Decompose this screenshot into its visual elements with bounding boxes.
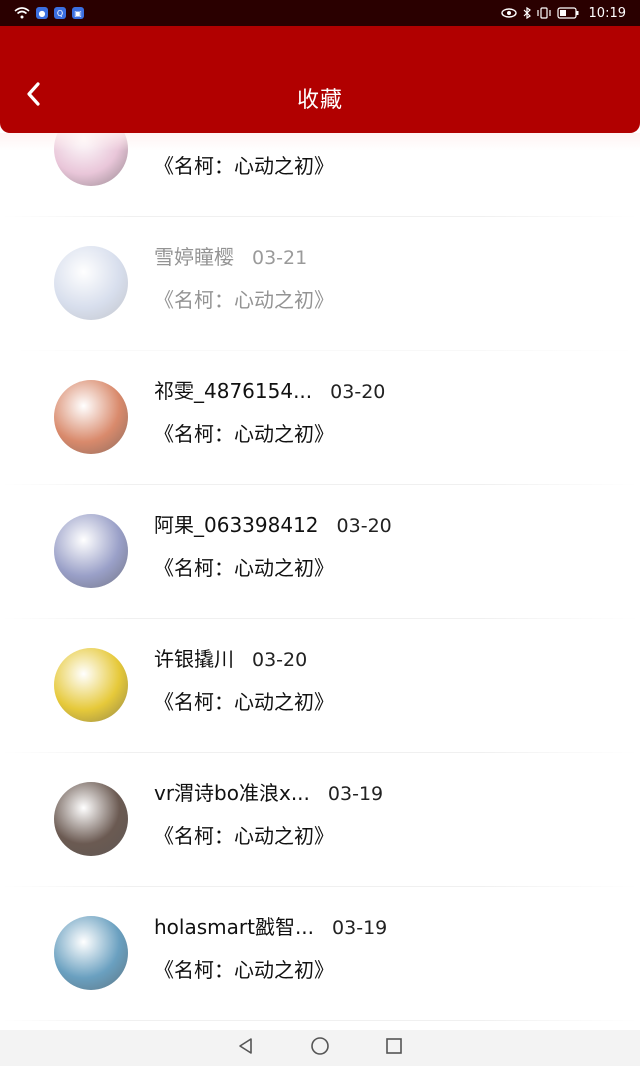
item-text: 许银撬川 03-20 《名柯：心动之初》 <box>154 643 334 715</box>
divider <box>0 1020 640 1021</box>
item-date: 03-19 <box>332 917 388 939</box>
avatar[interactable] <box>54 380 128 454</box>
list-item[interactable]: 祁雯_4876154... 03-20 《名柯：心动之初》 <box>0 351 640 485</box>
item-text: vr渭诗bo准浪x... 03-19 《名柯：心动之初》 <box>154 777 383 849</box>
home-circle-icon <box>310 1036 330 1060</box>
item-date: 03-20 <box>336 515 392 537</box>
vibrate-icon <box>536 7 551 19</box>
item-description: 《名柯：心动之初》 <box>154 958 334 982</box>
item-text: holasmart戤智... 03-19 《名柯：心动之初》 <box>154 911 387 983</box>
bluetooth-icon <box>523 7 531 19</box>
item-text: 祁雯_4876154... 03-20 《名柯：心动之初》 <box>154 375 385 447</box>
status-left: ● Q ▣ <box>14 7 84 19</box>
system-nav-bar <box>0 1030 640 1066</box>
battery-icon <box>556 7 579 19</box>
item-description: 《名柯：心动之初》 <box>154 422 334 446</box>
avatar[interactable] <box>54 782 128 856</box>
item-description: 《名柯：心动之初》 <box>154 288 334 312</box>
user-name[interactable]: 祁雯_4876154... <box>154 375 312 404</box>
item-date: 03-20 <box>252 649 308 671</box>
list-item[interactable]: 雪婷瞳樱 03-21 《名柯：心动之初》 <box>0 217 640 351</box>
app-header: 收藏 <box>0 26 640 133</box>
item-description: 《名柯：心动之初》 <box>154 556 334 580</box>
eye-icon <box>500 8 517 18</box>
app-icon: Q <box>54 7 66 19</box>
page-title: 收藏 <box>296 88 343 113</box>
list-top-fade <box>0 133 640 151</box>
recents-square-icon <box>385 1037 403 1059</box>
favorites-list-inner: 慕冷雪03-21《名柯：心动之初》雪婷瞳樱03-21《名柯：心动之初》祁雯_48… <box>0 133 640 1021</box>
item-description: 《名柯：心动之初》 <box>154 824 334 848</box>
app-icon: ▣ <box>72 7 84 19</box>
item-description: 《名柯：心动之初》 <box>154 154 334 178</box>
avatar[interactable] <box>54 916 128 990</box>
nav-home-button[interactable] <box>307 1035 333 1061</box>
list-item[interactable]: holasmart戤智... 03-19 《名柯：心动之初》 <box>0 887 640 1021</box>
item-date: 03-20 <box>330 381 386 403</box>
item-description: 《名柯：心动之初》 <box>154 690 334 714</box>
item-text: 雪婷瞳樱 03-21 《名柯：心动之初》 <box>154 241 334 313</box>
item-date: 03-21 <box>252 247 308 269</box>
user-name[interactable]: 雪婷瞳樱 <box>154 241 234 270</box>
item-header: 阿果_063398412 03-20 <box>154 509 392 538</box>
list-item[interactable]: vr渭诗bo准浪x... 03-19 《名柯：心动之初》 <box>0 753 640 887</box>
user-name[interactable]: 阿果_063398412 <box>154 509 319 538</box>
item-header: holasmart戤智... 03-19 <box>154 911 387 940</box>
app-icon: ● <box>36 7 48 19</box>
list-item[interactable]: 许银撬川 03-20 《名柯：心动之初》 <box>0 619 640 753</box>
item-header: 许银撬川 03-20 <box>154 643 334 672</box>
avatar[interactable] <box>54 648 128 722</box>
item-header: vr渭诗bo准浪x... 03-19 <box>154 777 383 806</box>
status-bar: ● Q ▣ 10:19 <box>0 0 640 26</box>
nav-recents-button[interactable] <box>381 1035 407 1061</box>
item-date: 03-19 <box>327 783 384 805</box>
item-header: 雪婷瞳樱 03-21 <box>154 241 334 270</box>
favorites-list: 慕冷雪03-21《名柯：心动之初》雪婷瞳樱03-21《名柯：心动之初》祁雯_48… <box>0 133 640 1030</box>
item-text: 阿果_063398412 03-20 《名柯：心动之初》 <box>154 509 392 581</box>
status-right: 10:19 <box>500 5 626 21</box>
back-triangle-icon <box>237 1037 255 1059</box>
user-name[interactable]: holasmart戤智... <box>154 911 314 940</box>
favorites-screen: ● Q ▣ 10:19 收藏 《名柯：心动之初》 雪婷瞳樱 03-21 《名柯：… <box>0 0 640 1066</box>
wifi-icon <box>14 7 30 19</box>
user-name[interactable]: vr渭诗bo准浪x... <box>154 777 310 806</box>
avatar[interactable] <box>54 246 128 320</box>
user-name[interactable]: 许银撬川 <box>154 643 234 672</box>
list-item[interactable]: 阿果_063398412 03-20 《名柯：心动之初》 <box>0 485 640 619</box>
nav-back-button[interactable] <box>233 1035 259 1061</box>
item-header: 祁雯_4876154... 03-20 <box>154 375 385 404</box>
status-time: 10:19 <box>588 5 626 21</box>
avatar[interactable] <box>54 514 128 588</box>
